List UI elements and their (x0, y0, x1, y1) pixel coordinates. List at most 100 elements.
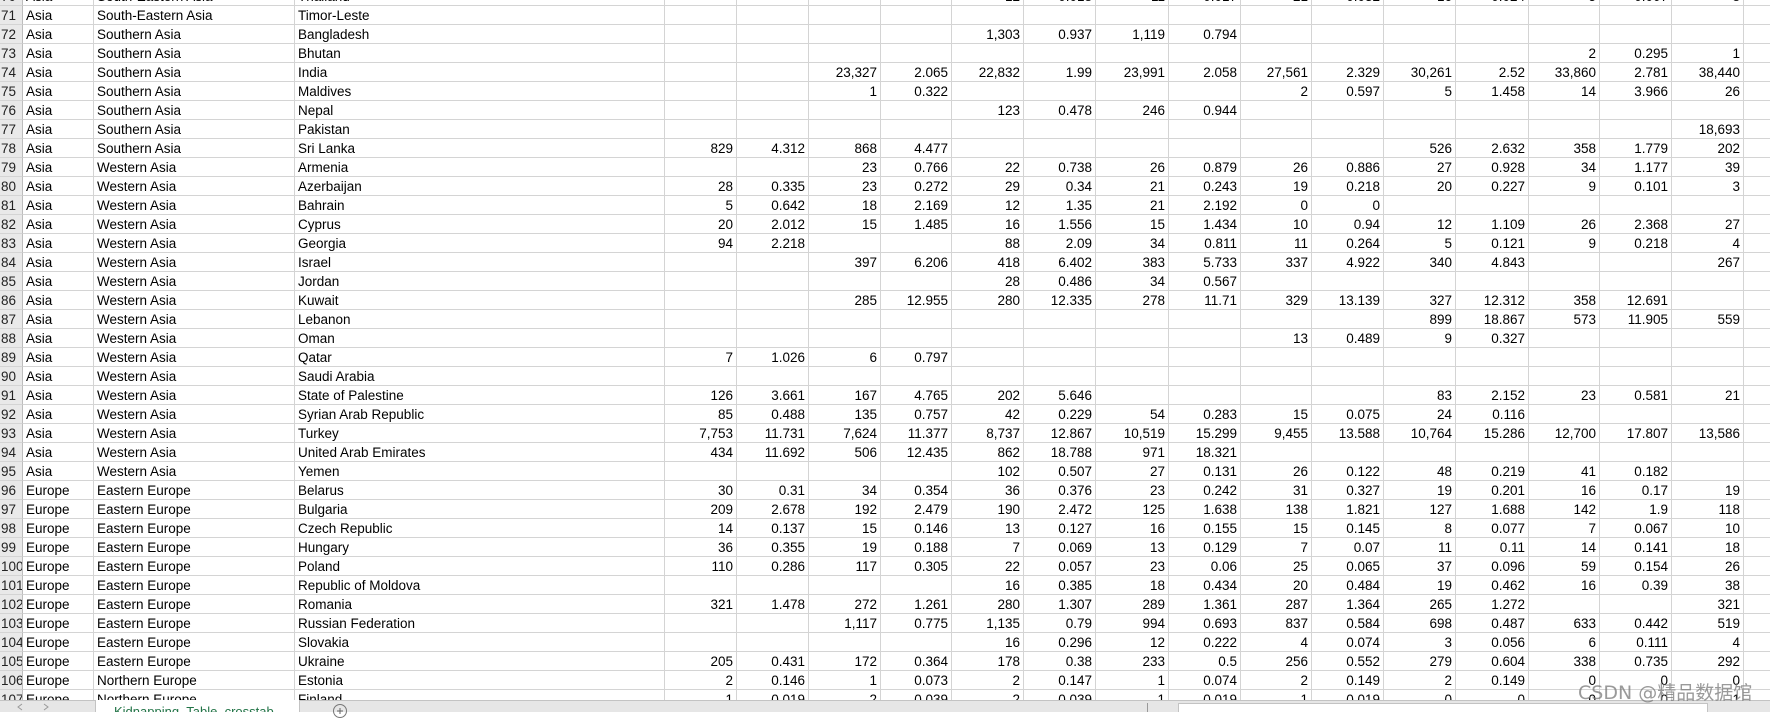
cell-value[interactable]: 2.058 (1169, 63, 1241, 82)
cell-value[interactable]: 289 (1096, 595, 1169, 614)
cell-value[interactable]: 18 (809, 196, 881, 215)
row-header[interactable]: 89 (0, 348, 23, 367)
cell-value[interactable]: 0.738 (1024, 158, 1096, 177)
cell-value[interactable] (1384, 196, 1456, 215)
cell-value[interactable]: 1.272 (1456, 595, 1529, 614)
cell-value[interactable] (665, 576, 737, 595)
cell-value[interactable]: 434 (665, 443, 737, 462)
cell-value[interactable]: 506 (809, 443, 881, 462)
cell-value[interactable] (881, 462, 952, 481)
cell-value[interactable]: 23 (1096, 557, 1169, 576)
cell-region[interactable]: Asia (23, 101, 94, 120)
cell-value[interactable] (1241, 272, 1312, 291)
cell-value[interactable]: 1.638 (1169, 500, 1241, 519)
cell-value[interactable]: 1.688 (1456, 500, 1529, 519)
cell-value[interactable]: 38,440 (1672, 63, 1744, 82)
cell-value[interactable]: 0.11 (1456, 538, 1529, 557)
cell-value[interactable] (881, 101, 952, 120)
cell-value[interactable]: 118 (1672, 500, 1744, 519)
cell-value[interactable]: 0.39 (1600, 576, 1672, 595)
cell-value[interactable]: 0.327 (1312, 481, 1384, 500)
cell-value[interactable]: 202 (1672, 139, 1744, 158)
cell-region[interactable]: Europe (23, 595, 94, 614)
cell-value[interactable]: 26 (1529, 215, 1600, 234)
cell-value[interactable]: 12.435 (881, 443, 952, 462)
cell-value[interactable] (1456, 101, 1529, 120)
cell-value[interactable] (809, 101, 881, 120)
cell-value[interactable]: 0.06 (1169, 557, 1241, 576)
cell-region[interactable]: Asia (23, 386, 94, 405)
row-header[interactable]: 94 (0, 443, 23, 462)
cell-value[interactable]: 573 (1529, 310, 1600, 329)
cell-value[interactable] (1241, 443, 1312, 462)
cell-value[interactable]: 22,832 (952, 63, 1024, 82)
cell-country[interactable]: Nepal (295, 101, 665, 120)
row-header[interactable]: 96 (0, 481, 23, 500)
cell-value[interactable] (1672, 196, 1744, 215)
plus-circle-icon[interactable] (333, 704, 347, 718)
cell-value[interactable] (1456, 6, 1529, 25)
cell-value[interactable] (1384, 367, 1456, 386)
cell-value[interactable] (737, 44, 809, 63)
row-header[interactable]: 88 (0, 329, 23, 348)
cell-region[interactable]: Asia (23, 63, 94, 82)
cell-value[interactable] (881, 44, 952, 63)
cell-value[interactable]: 23 (809, 158, 881, 177)
cell-value[interactable]: 37 (1384, 557, 1456, 576)
cell-empty[interactable] (1744, 652, 1770, 671)
cell-value[interactable]: 19 (809, 538, 881, 557)
row-header[interactable]: 71 (0, 6, 23, 25)
cell-value[interactable]: 1.458 (1456, 82, 1529, 101)
cell-value[interactable]: 0.296 (1024, 633, 1096, 652)
cell-value[interactable]: 829 (665, 139, 737, 158)
cell-value[interactable] (1096, 139, 1169, 158)
cell-value[interactable] (665, 272, 737, 291)
cell-value[interactable]: 2.678 (737, 500, 809, 519)
cell-value[interactable] (809, 44, 881, 63)
row-header[interactable]: 87 (0, 310, 23, 329)
cell-subregion[interactable]: Southern Asia (94, 25, 295, 44)
cell-value[interactable]: 633 (1529, 614, 1600, 633)
cell-value[interactable]: 0.218 (1312, 177, 1384, 196)
cell-empty[interactable] (1744, 329, 1770, 348)
cell-empty[interactable] (1744, 462, 1770, 481)
cell-value[interactable] (1312, 6, 1384, 25)
cell-value[interactable]: 0.757 (881, 405, 952, 424)
cell-value[interactable]: 13 (952, 519, 1024, 538)
cell-region[interactable]: Asia (23, 82, 94, 101)
row-header[interactable]: 83 (0, 234, 23, 253)
cell-value[interactable] (1600, 253, 1672, 272)
cell-value[interactable]: 30,261 (1384, 63, 1456, 82)
cell-value[interactable] (881, 576, 952, 595)
cell-value[interactable] (1672, 272, 1744, 291)
cell-value[interactable] (1672, 367, 1744, 386)
cell-value[interactable]: 2.192 (1169, 196, 1241, 215)
cell-value[interactable]: 0.597 (1312, 82, 1384, 101)
cell-empty[interactable] (1744, 25, 1770, 44)
cell-value[interactable] (665, 329, 737, 348)
cell-value[interactable]: 0.218 (1600, 234, 1672, 253)
cell-region[interactable]: Europe (23, 500, 94, 519)
cell-region[interactable]: Asia (23, 291, 94, 310)
cell-value[interactable]: 192 (809, 500, 881, 519)
cell-value[interactable]: 16 (1529, 481, 1600, 500)
cell-value[interactable]: 1.556 (1024, 215, 1096, 234)
cell-value[interactable]: 7,753 (665, 424, 737, 443)
cell-value[interactable]: 0.149 (1312, 671, 1384, 690)
cell-value[interactable] (1241, 44, 1312, 63)
cell-empty[interactable] (1744, 557, 1770, 576)
cell-value[interactable] (1096, 348, 1169, 367)
cell-value[interactable]: 34 (1529, 158, 1600, 177)
cell-value[interactable]: 12.312 (1456, 291, 1529, 310)
cell-value[interactable] (1241, 120, 1312, 139)
cell-subregion[interactable]: Eastern Europe (94, 519, 295, 538)
cell-value[interactable]: 26 (1241, 462, 1312, 481)
cell-value[interactable] (1456, 443, 1529, 462)
cell-value[interactable]: 12 (1384, 215, 1456, 234)
cell-value[interactable]: 28 (952, 272, 1024, 291)
cell-subregion[interactable]: Southern Asia (94, 82, 295, 101)
cell-subregion[interactable]: Western Asia (94, 234, 295, 253)
cell-value[interactable]: 11 (1384, 538, 1456, 557)
cell-value[interactable]: 0.434 (1169, 576, 1241, 595)
cell-value[interactable]: 0.797 (881, 348, 952, 367)
